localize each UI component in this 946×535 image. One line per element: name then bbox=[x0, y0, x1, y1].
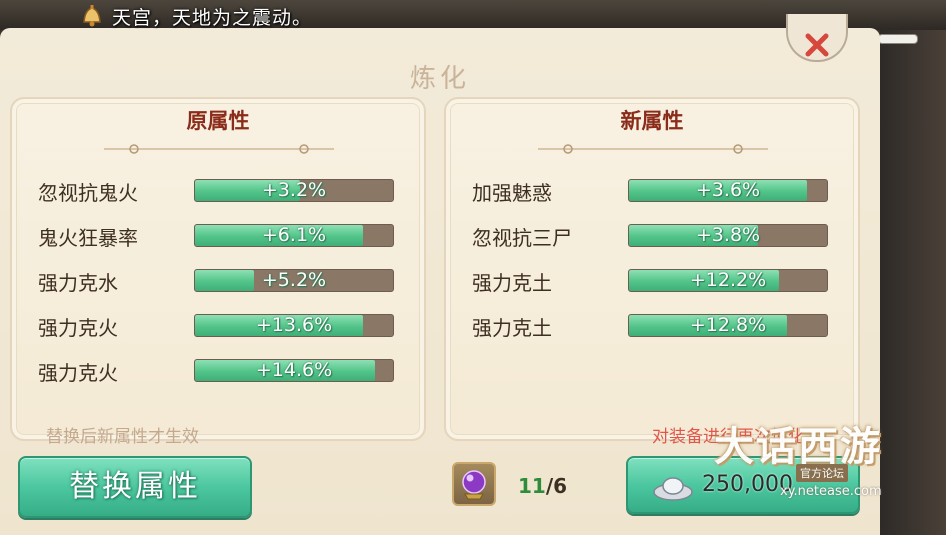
attribute-value: +6.1% bbox=[261, 224, 327, 246]
attribute-name: 强力克水 bbox=[38, 271, 118, 295]
bell-icon bbox=[83, 5, 101, 27]
attribute-name: 强力克火 bbox=[38, 361, 118, 385]
panel-title: 炼化 bbox=[409, 64, 470, 94]
close-icon bbox=[805, 33, 829, 57]
attribute-bar: +3.6% bbox=[628, 179, 828, 202]
attribute-row: 忽视抗三尸 +3.8% bbox=[446, 222, 858, 267]
attribute-name: 鬼火狂暴率 bbox=[38, 226, 138, 250]
new-attributes-header: 新属性 bbox=[620, 109, 684, 133]
forum-watermark: 大话西游 官方论坛 xy.netease.com bbox=[700, 408, 940, 504]
attribute-name: 加强魅惑 bbox=[472, 181, 552, 205]
attribute-bar: +6.1% bbox=[194, 224, 394, 247]
original-attribute-list: 忽视抗鬼火 +3.2% 鬼火狂暴率 +6.1% 强力克水 +5.2% 强力克火 … bbox=[12, 177, 424, 402]
silver-ingot-icon bbox=[653, 477, 693, 501]
watermark-subtitle: 官方论坛 bbox=[796, 464, 848, 482]
attribute-value: +3.2% bbox=[261, 179, 327, 201]
attribute-bar: +3.8% bbox=[628, 224, 828, 247]
announcement-bar: 天宫，天地为之震动。 bbox=[78, 0, 878, 32]
announcement-text: 天宫，天地为之震动。 bbox=[112, 6, 313, 29]
close-button[interactable] bbox=[786, 14, 848, 62]
attribute-bar: +5.2% bbox=[194, 269, 394, 292]
attribute-value: +5.2% bbox=[261, 269, 327, 291]
new-attribute-list: 加强魅惑 +3.6% 忽视抗三尸 +3.8% 强力克土 +12.2% 强力克土 … bbox=[446, 177, 858, 357]
ornament-divider bbox=[538, 144, 768, 154]
attribute-row: 忽视抗鬼火 +3.2% bbox=[12, 177, 424, 222]
original-attributes-card: 原属性 忽视抗鬼火 +3.2% 鬼火狂暴率 +6.1% 强力克水 +5.2% 强… bbox=[10, 97, 426, 441]
replace-attributes-label: 替换属性 bbox=[69, 469, 201, 504]
new-attributes-card: 新属性 加强魅惑 +3.6% 忽视抗三尸 +3.8% 强力克土 +12.2% 强… bbox=[444, 97, 860, 441]
attribute-row: 强力克土 +12.2% bbox=[446, 267, 858, 312]
attribute-value: +3.6% bbox=[695, 179, 761, 201]
replace-hint: 替换后新属性才生效 bbox=[46, 427, 199, 447]
attribute-bar: +12.8% bbox=[628, 314, 828, 337]
attribute-row: 鬼火狂暴率 +6.1% bbox=[12, 222, 424, 267]
attribute-bar: +14.6% bbox=[194, 359, 394, 382]
material-required: 6 bbox=[553, 474, 568, 498]
material-count: 11/6 bbox=[518, 474, 567, 498]
material-owned: 11 bbox=[518, 474, 546, 498]
attribute-name: 强力克土 bbox=[472, 271, 552, 295]
attribute-row: 强力克土 +12.8% bbox=[446, 312, 858, 357]
attribute-value: +13.6% bbox=[255, 314, 333, 336]
scroll-indicator[interactable] bbox=[878, 34, 918, 44]
attribute-value: +12.2% bbox=[689, 269, 767, 291]
attribute-row: 加强魅惑 +3.6% bbox=[446, 177, 858, 222]
refine-material-slot[interactable] bbox=[452, 462, 496, 506]
attribute-name: 忽视抗三尸 bbox=[472, 226, 572, 250]
attribute-value: +14.6% bbox=[255, 359, 333, 381]
attribute-bar: +3.2% bbox=[194, 179, 394, 202]
crystal-orb-icon bbox=[462, 470, 486, 500]
attribute-row: 强力克火 +13.6% bbox=[12, 312, 424, 357]
attribute-name: 强力克火 bbox=[38, 316, 118, 340]
attribute-value: +12.8% bbox=[689, 314, 767, 336]
original-attributes-header: 原属性 bbox=[186, 109, 250, 133]
attribute-bar: +12.2% bbox=[628, 269, 828, 292]
watermark-url: xy.netease.com bbox=[780, 484, 882, 499]
replace-attributes-button[interactable]: 替换属性 bbox=[18, 456, 252, 518]
attribute-name: 忽视抗鬼火 bbox=[38, 181, 138, 205]
attribute-row: 强力克火 +14.6% bbox=[12, 357, 424, 402]
ornament-divider bbox=[104, 144, 334, 154]
attribute-row: 强力克水 +5.2% bbox=[12, 267, 424, 312]
attribute-name: 强力克土 bbox=[472, 316, 552, 340]
attribute-value: +3.8% bbox=[695, 224, 761, 246]
attribute-bar: +13.6% bbox=[194, 314, 394, 337]
